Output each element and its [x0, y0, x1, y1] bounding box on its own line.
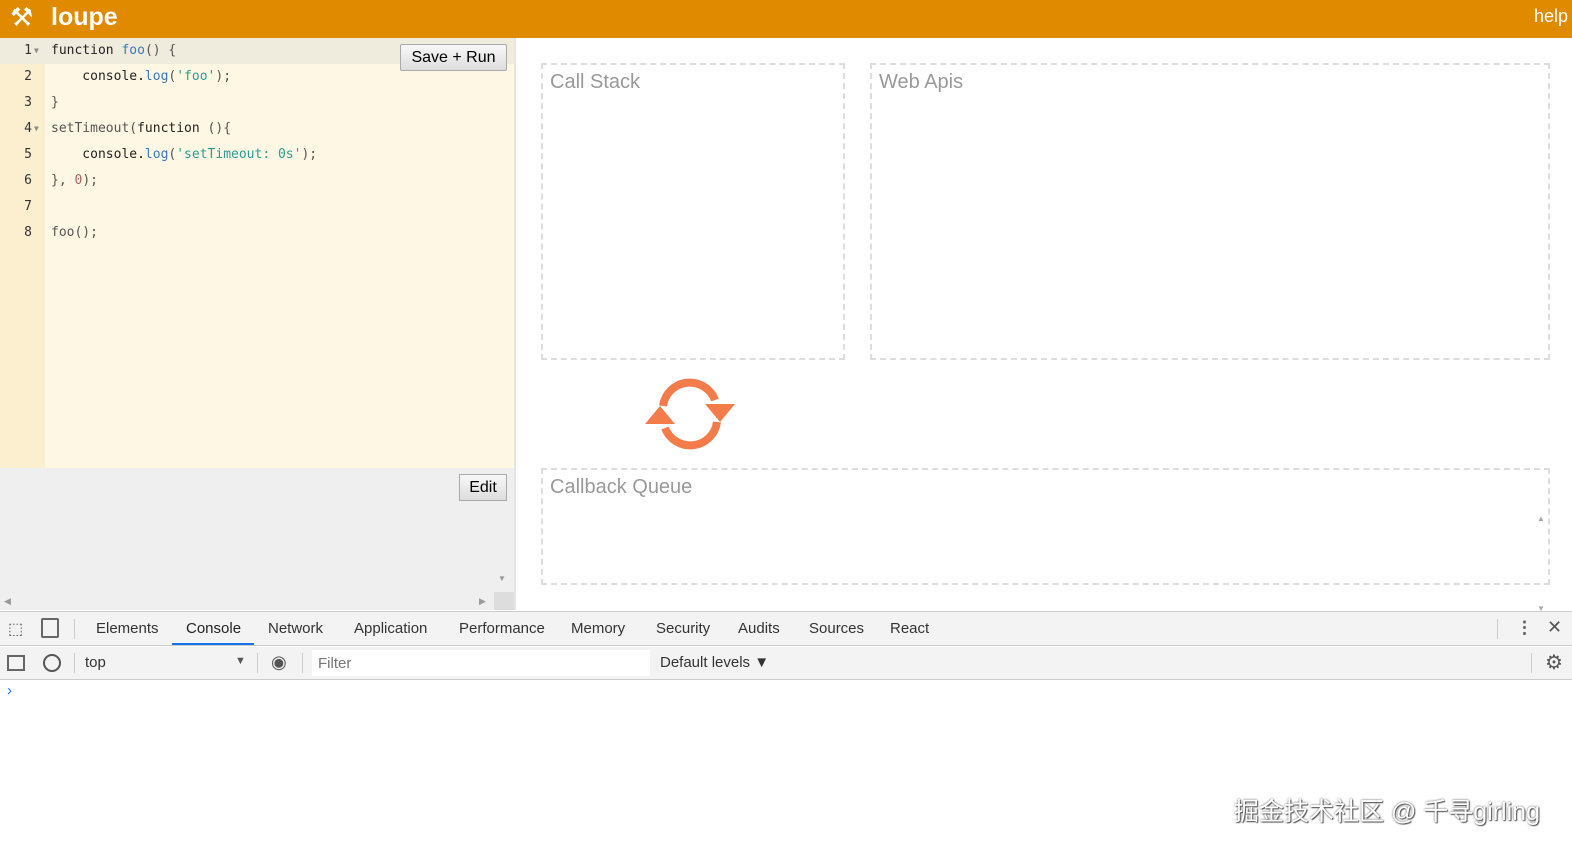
code-token: );: [215, 69, 232, 84]
tab-elements[interactable]: Elements: [96, 620, 159, 637]
code-token: },: [51, 173, 75, 188]
code-token: foo: [121, 43, 145, 58]
code-token: () {: [144, 43, 177, 58]
tab-audits[interactable]: Audits: [738, 620, 780, 637]
call-stack-title: Call Stack: [550, 71, 641, 93]
tab-network[interactable]: Network: [268, 620, 323, 637]
watermark: 掘金技术社区 @ 千寻girling: [1234, 798, 1540, 826]
scroll-down-arrow[interactable]: ▼: [498, 574, 506, 583]
scroll-right-arrow[interactable]: ▶: [479, 596, 486, 607]
separator: [74, 619, 75, 639]
separator: [302, 653, 303, 673]
callback-queue-title: Callback Queue: [550, 476, 693, 498]
code-text: setTimeout(function (){: [51, 116, 231, 142]
code-editor[interactable]: 1 ▼ function foo() {2 console.log('foo'); 3…: [0, 38, 514, 468]
code-token: );: [82, 173, 98, 188]
code-token: 'foo': [176, 69, 216, 84]
clear-console-icon[interactable]: [43, 654, 61, 672]
separator: [74, 653, 75, 673]
device-toolbar-icon[interactable]: [41, 618, 59, 638]
tab-security[interactable]: Security: [656, 620, 710, 637]
console-toolbar: top ▼ ◉ Default levels ▼ ⚙: [0, 647, 1572, 680]
line-number: 2: [24, 69, 32, 84]
code-token: console.: [51, 147, 145, 162]
code-line[interactable]: 3}: [0, 90, 514, 116]
line-number: 7: [24, 199, 32, 214]
code-text: }, 0);: [51, 168, 98, 194]
output-pane: Edit ▼ ◀ ▶: [0, 468, 514, 610]
code-line[interactable]: 7: [0, 194, 514, 220]
eye-icon[interactable]: ◉: [271, 652, 287, 673]
tab-sources[interactable]: Sources: [809, 620, 864, 637]
line-number: 8: [24, 225, 32, 240]
code-token: log: [144, 147, 169, 162]
line-number: 6: [24, 173, 32, 188]
scrollbar-corner: [494, 592, 514, 610]
tab-react[interactable]: React: [890, 620, 929, 637]
app-header: ⚒ loupe help: [0, 0, 1572, 38]
call-stack-panel: Call Stack: [541, 63, 845, 360]
sidebar-toggle-icon[interactable]: [7, 655, 25, 671]
code-token: console.: [51, 69, 145, 84]
code-token: function: [51, 43, 122, 58]
line-number: 4: [24, 121, 32, 136]
help-link[interactable]: help: [1534, 6, 1568, 27]
separator: [257, 653, 258, 673]
tab-console[interactable]: Console: [186, 620, 241, 637]
code-token: foo();: [51, 225, 98, 240]
code-text: console.log('foo');: [51, 64, 231, 90]
separator: [1497, 619, 1498, 639]
tab-application[interactable]: Application: [354, 620, 427, 637]
log-levels-select[interactable]: Default levels ▼: [660, 654, 769, 671]
separator: [1531, 653, 1532, 673]
tab-performance[interactable]: Performance: [459, 620, 545, 637]
scroll-left-arrow[interactable]: ◀: [4, 596, 11, 607]
line-number: 1: [24, 43, 32, 58]
code-line[interactable]: 8 foo();: [0, 220, 514, 246]
tab-memory[interactable]: Memory: [571, 620, 625, 637]
callback-queue-panel: Callback Queue ▲ ▼: [541, 468, 1550, 613]
settings-gear-icon[interactable]: ⚙: [1545, 650, 1563, 675]
line-number: 5: [24, 147, 32, 162]
fold-arrow-icon[interactable]: ▼: [34, 38, 39, 64]
context-select[interactable]: top: [85, 654, 106, 671]
code-token: 'setTimeout: 0s': [176, 147, 302, 162]
pane-divider[interactable]: [514, 38, 516, 610]
selected-tab-indicator: [172, 643, 254, 645]
code-line[interactable]: 5 console.log('setTimeout: 0s');: [0, 142, 514, 168]
web-apis-panel: Web Apis: [870, 63, 1550, 360]
code-text: }: [51, 90, 59, 116]
console-prompt[interactable]: ›: [7, 682, 12, 699]
hammer-wrench-logo-icon: ⚒: [10, 2, 34, 32]
fold-arrow-icon[interactable]: ▼: [34, 116, 39, 142]
devtools-tab-bar: ⬚ Elements Console Network Application P…: [0, 612, 1572, 646]
app-title: loupe: [51, 3, 118, 31]
more-options-icon[interactable]: ⋮: [1516, 618, 1533, 638]
save-run-button[interactable]: Save + Run: [400, 44, 507, 71]
event-loop-icon: [645, 378, 735, 450]
code-line[interactable]: 6 }, 0);: [0, 168, 514, 194]
inspect-element-icon[interactable]: ⬚: [8, 619, 23, 639]
edit-button[interactable]: Edit: [459, 474, 507, 501]
web-apis-title: Web Apis: [879, 71, 964, 93]
code-token: log: [144, 69, 169, 84]
close-icon[interactable]: ✕: [1547, 617, 1562, 638]
horizontal-scrollbar[interactable]: ◀ ▶: [0, 592, 494, 610]
code-token: setTimeout(: [51, 121, 138, 136]
code-text: console.log('setTimeout: 0s');: [51, 142, 317, 168]
line-number: 3: [24, 95, 32, 110]
code-token: (){: [207, 121, 232, 136]
code-token: function: [137, 121, 208, 136]
filter-input[interactable]: [312, 650, 650, 676]
code-token: }: [51, 95, 59, 110]
code-line[interactable]: 4 ▼ setTimeout(function (){: [0, 116, 514, 142]
code-token: );: [301, 147, 318, 162]
code-text: function foo() {: [51, 38, 176, 64]
code-text: foo();: [51, 220, 98, 246]
chevron-down-icon[interactable]: ▼: [235, 655, 246, 667]
